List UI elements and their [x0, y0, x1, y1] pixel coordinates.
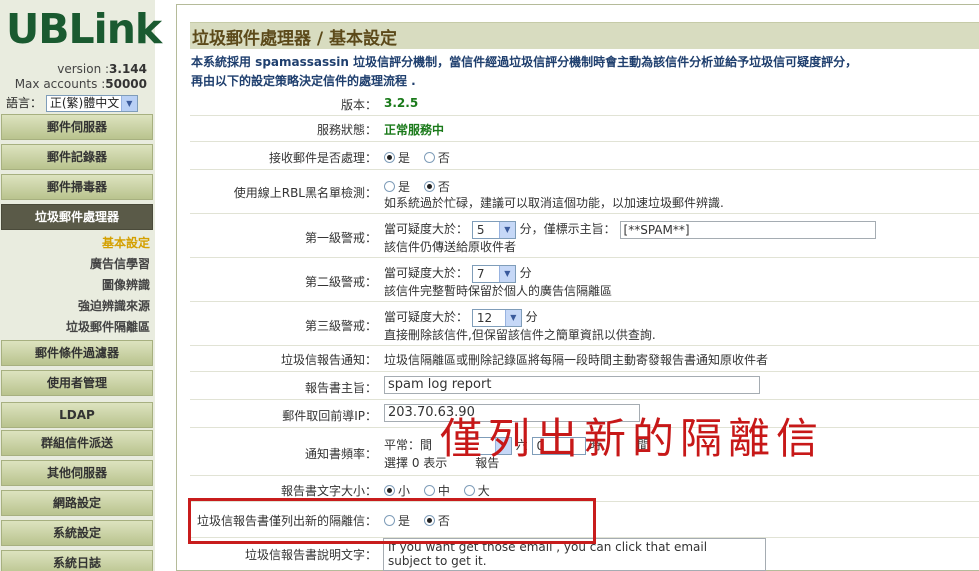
- receive-no-radio[interactable]: [423, 152, 435, 163]
- notify-label: 垃圾信報告通知：: [280, 353, 377, 367]
- annotation-overlay-text: 僅列出新的隔離信: [440, 414, 825, 463]
- row-status: 服務狀態： 正常服務中: [190, 116, 979, 142]
- row-receive-processing: 接收郵件是否處理： 是 否: [190, 142, 979, 170]
- row-level1: 第一級警戒： 當可疑度大於： 5 ▼ 分，僅標示主旨： [**SPAM**] 該信…: [190, 214, 979, 258]
- level1-threshold-select[interactable]: 5 ▼: [471, 220, 516, 239]
- subject-label: 報告書主旨：: [304, 381, 377, 395]
- nav-other-servers[interactable]: 其他伺服器: [1, 460, 153, 486]
- nav-network-settings[interactable]: 網路設定: [1, 490, 153, 516]
- level1-label: 第一級警戒：: [304, 231, 377, 245]
- receive-yes-radio[interactable]: [384, 152, 395, 163]
- level1-subject-input[interactable]: [**SPAM**]: [619, 220, 876, 239]
- version-label: 版本：: [340, 98, 377, 112]
- level3-threshold-select[interactable]: 12 ▼: [471, 308, 522, 327]
- fontsize-label: 報告書文字大小：: [280, 484, 377, 498]
- fontsize-large-radio[interactable]: [463, 485, 475, 496]
- subnav-basic-settings[interactable]: 基本設定: [0, 234, 150, 251]
- fontsize-small-radio[interactable]: [384, 485, 395, 496]
- highlight-box: [188, 498, 596, 544]
- subject-field-wrap: spam log report: [384, 376, 760, 394]
- ip-label: 郵件取回前導IP：: [282, 409, 377, 423]
- report-subject-input[interactable]: spam log report: [384, 376, 760, 394]
- chevron-down-icon: ▼: [498, 265, 515, 282]
- row-version: 版本： 3.2.5: [190, 92, 979, 116]
- max-accounts-info: Max accounts :50000: [14, 77, 147, 91]
- chevron-down-icon: ▼: [498, 221, 515, 238]
- nav-system-log[interactable]: 系統日誌: [1, 550, 153, 571]
- sidebar: UBLink version :3.144 Max accounts :5000…: [0, 0, 162, 571]
- language-select[interactable]: 正(繁)體中文 ▼: [45, 95, 138, 112]
- nav-group-delivery[interactable]: 群組信件派送: [1, 430, 153, 456]
- nav-mail-logger[interactable]: 郵件記錄器: [1, 144, 153, 170]
- rbl-note: 如系統過於忙碌，建議可以取消這個功能，以加速垃圾郵件辨識.: [384, 196, 724, 210]
- rbl-no-radio[interactable]: [423, 181, 435, 192]
- level2-threshold-select[interactable]: 7 ▼: [471, 264, 516, 283]
- status-label: 服務狀態：: [316, 123, 377, 137]
- version-info: version :3.144: [57, 62, 147, 76]
- level3-controls: 當可疑度大於： 12 ▼ 分: [384, 308, 538, 327]
- nav-ldap[interactable]: LDAP: [1, 402, 153, 428]
- nav-mail-server[interactable]: 郵件伺服器: [1, 114, 153, 140]
- description-line-2: 再由以下的設定策略決定信件的處理流程 .: [191, 74, 416, 88]
- app-logo: UBLink: [6, 5, 162, 53]
- rbl-yes-radio[interactable]: [384, 181, 395, 192]
- freq-label: 通知書頻率：: [304, 447, 377, 461]
- receive-label: 接收郵件是否處理：: [268, 151, 377, 165]
- fontsize-medium-radio[interactable]: [423, 485, 435, 496]
- nav-mail-filter[interactable]: 郵件條件過濾器: [1, 340, 153, 366]
- row-level3: 第三級警戒： 當可疑度大於： 12 ▼ 分 直接刪除該信件,但保留該信件之簡單資訊…: [190, 302, 979, 346]
- fontsize-options: 小 中 大: [384, 482, 500, 499]
- level2-controls: 當可疑度大於： 7 ▼ 分: [384, 264, 532, 283]
- row-rbl: 使用線上RBL黑名單檢測： 是 否 如系統過於忙碌，建議可以取消這個功能，以加速…: [190, 170, 979, 214]
- level1-controls: 當可疑度大於： 5 ▼ 分，僅標示主旨： [**SPAM**]: [384, 220, 876, 239]
- rbl-label: 使用線上RBL黑名單檢測：: [233, 186, 377, 200]
- rbl-options: 是 否: [384, 178, 460, 195]
- chevron-down-icon: ▼: [120, 96, 137, 111]
- page-title: 垃圾郵件處理器 / 基本設定: [192, 29, 398, 49]
- notify-value: 垃圾信隔離區或刪除記錄區將每隔一段時間主動寄發報告書通知原收件者: [384, 353, 769, 367]
- language-row: 語言： 正(繁)體中文 ▼: [6, 94, 138, 112]
- explain-label: 垃圾信報告書說明文字：: [244, 548, 377, 562]
- nav-user-management[interactable]: 使用者管理: [1, 370, 153, 396]
- row-level2: 第二級警戒： 當可疑度大於： 7 ▼ 分 該信件完整暫時保留於個人的廣告信隔離區: [190, 258, 979, 302]
- level2-label: 第二級警戒：: [304, 275, 377, 289]
- nav-spam-processor[interactable]: 垃圾郵件處理器: [1, 204, 153, 230]
- status-value: 正常服務中: [384, 123, 445, 137]
- subnav-image-recognition[interactable]: 圖像辨識: [0, 276, 150, 293]
- subnav-forced-source[interactable]: 強迫辨識來源: [0, 297, 150, 314]
- level2-note: 該信件完整暫時保留於個人的廣告信隔離區: [384, 284, 613, 298]
- subnav-spam-quarantine[interactable]: 垃圾郵件隔離區: [0, 318, 150, 335]
- row-report-notify: 垃圾信報告通知： 垃圾信隔離區或刪除記錄區將每隔一段時間主動寄發報告書通知原收件…: [190, 346, 979, 372]
- row-report-subject: 報告書主旨： spam log report: [190, 372, 979, 400]
- subnav-ad-learning[interactable]: 廣告信學習: [0, 255, 150, 272]
- description-line-1: 本系統採用 spamassassin 垃圾信評分機制，當信件經過垃圾信評分機制時…: [191, 55, 858, 69]
- nav-mail-antivirus[interactable]: 郵件掃毒器: [1, 174, 153, 200]
- version-value: 3.2.5: [384, 96, 419, 110]
- chevron-down-icon: ▼: [504, 309, 521, 326]
- level3-note: 直接刪除該信件,但保留該信件之簡單資訊以供查詢.: [384, 328, 656, 342]
- nav-system-settings[interactable]: 系統設定: [1, 520, 153, 546]
- level3-label: 第三級警戒：: [304, 319, 377, 333]
- receive-options: 是 否: [384, 149, 460, 166]
- level1-note: 該信件仍傳送給原收件者: [384, 240, 517, 254]
